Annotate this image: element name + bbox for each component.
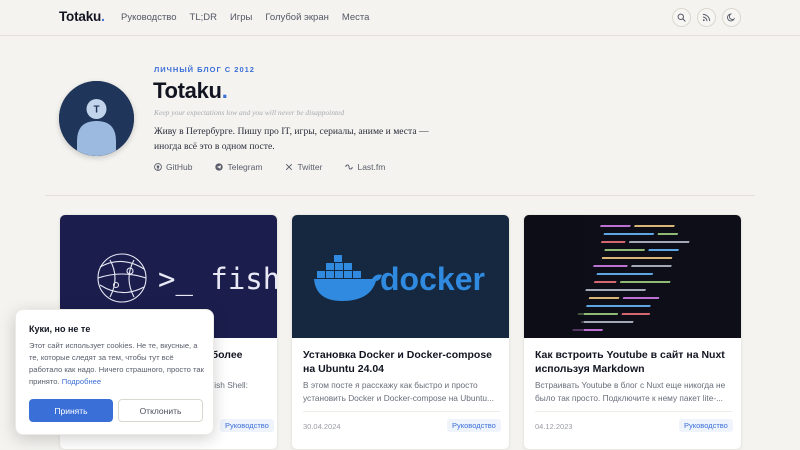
social-link-github[interactable]: GitHub bbox=[154, 162, 192, 172]
post-card-docker[interactable]: docker Установка Docker и Docker-compose… bbox=[291, 214, 510, 450]
post-excerpt: Встраивать Youtube в блог с Nuxt еще ник… bbox=[535, 380, 726, 403]
x-icon bbox=[286, 163, 293, 171]
cookie-consent-dialog: Куки, но не те Этот сайт использует cook… bbox=[15, 309, 214, 435]
decline-cookies-button[interactable]: Отклонить bbox=[118, 399, 203, 422]
logo-dot: . bbox=[101, 9, 105, 24]
docker-logo-text: docker bbox=[380, 261, 485, 297]
post-title: Установка Docker и Docker-compose на Ubu… bbox=[303, 349, 492, 375]
logo-text: Totaku bbox=[59, 9, 102, 24]
rss-icon bbox=[702, 13, 711, 22]
moon-icon bbox=[727, 13, 736, 22]
bio-text: Живу в Петербурге. Пишу про IT, игры, се… bbox=[154, 126, 429, 152]
cookie-more-link[interactable]: Подробнее bbox=[62, 377, 101, 386]
post-date: 30.04.2024 bbox=[303, 422, 341, 431]
card-divider bbox=[535, 411, 732, 412]
card-divider bbox=[303, 411, 500, 412]
post-tag[interactable]: Руководство bbox=[679, 419, 733, 432]
cookie-text: Этот сайт использует cookies. Не те, вку… bbox=[29, 340, 205, 388]
nav-item-games[interactable]: Игры bbox=[230, 12, 252, 23]
social-label: Twitter bbox=[297, 162, 323, 172]
main-nav: Руководство TL;DR Игры Голубой экран Мес… bbox=[121, 12, 382, 23]
post-cover-docker: docker bbox=[292, 215, 509, 338]
search-icon bbox=[677, 13, 686, 22]
post-excerpt: В этом посте я расскажу как быстро и про… bbox=[303, 380, 494, 403]
title-dot: . bbox=[221, 78, 228, 103]
svg-text:T: T bbox=[93, 105, 99, 116]
post-title: Как встроить Youtube в сайт на Nuxt испо… bbox=[535, 349, 725, 375]
theme-toggle-button[interactable] bbox=[722, 8, 741, 27]
nav-item-tldr[interactable]: TL;DR bbox=[190, 12, 217, 23]
nav-item-places[interactable]: Места bbox=[342, 12, 370, 23]
site-logo[interactable]: Totaku. bbox=[59, 9, 105, 24]
post-cover-code bbox=[524, 215, 741, 338]
nav-item-guides[interactable]: Руководство bbox=[121, 12, 177, 23]
page-title: Totaku. bbox=[153, 78, 228, 104]
accept-cookies-button[interactable]: Принять bbox=[29, 399, 113, 422]
lastfm-icon bbox=[345, 164, 354, 170]
title-text: Totaku bbox=[153, 78, 222, 103]
cookie-title: Куки, но не те bbox=[29, 324, 91, 334]
cookie-message: Этот сайт использует cookies. Не те, вку… bbox=[29, 341, 204, 386]
section-divider bbox=[45, 195, 755, 196]
avatar: T bbox=[59, 81, 134, 156]
post-tag[interactable]: Руководство bbox=[447, 419, 501, 432]
avatar-illustration: T bbox=[59, 81, 134, 156]
post-tag[interactable]: Руководство bbox=[220, 419, 274, 432]
social-label: GitHub bbox=[166, 162, 193, 172]
post-card-youtube[interactable]: Как встроить Youtube в сайт на Nuxt испо… bbox=[523, 214, 742, 450]
social-links: GitHub Telegram Twitter Last.fm bbox=[154, 162, 408, 172]
tagline: Keep your expectations low and you will … bbox=[154, 108, 345, 117]
fish-logo-text: >_ fish bbox=[158, 262, 278, 297]
github-icon bbox=[154, 163, 162, 171]
social-link-lastfm[interactable]: Last.fm bbox=[345, 162, 385, 172]
blog-eyebrow: ЛИЧНЫЙ БЛОГ С 2012 bbox=[154, 65, 255, 74]
social-link-twitter[interactable]: Twitter bbox=[285, 162, 322, 172]
rss-button[interactable] bbox=[697, 8, 716, 27]
telegram-icon bbox=[215, 163, 224, 171]
site-header: Totaku. Руководство TL;DR Игры Голубой э… bbox=[0, 0, 800, 36]
nav-item-bsod[interactable]: Голубой экран bbox=[265, 12, 328, 23]
social-label: Last.fm bbox=[357, 162, 386, 172]
post-date: 04.12.2023 bbox=[535, 422, 573, 431]
social-label: Telegram bbox=[227, 162, 263, 172]
social-link-telegram[interactable]: Telegram bbox=[215, 162, 262, 172]
search-button[interactable] bbox=[672, 8, 691, 27]
